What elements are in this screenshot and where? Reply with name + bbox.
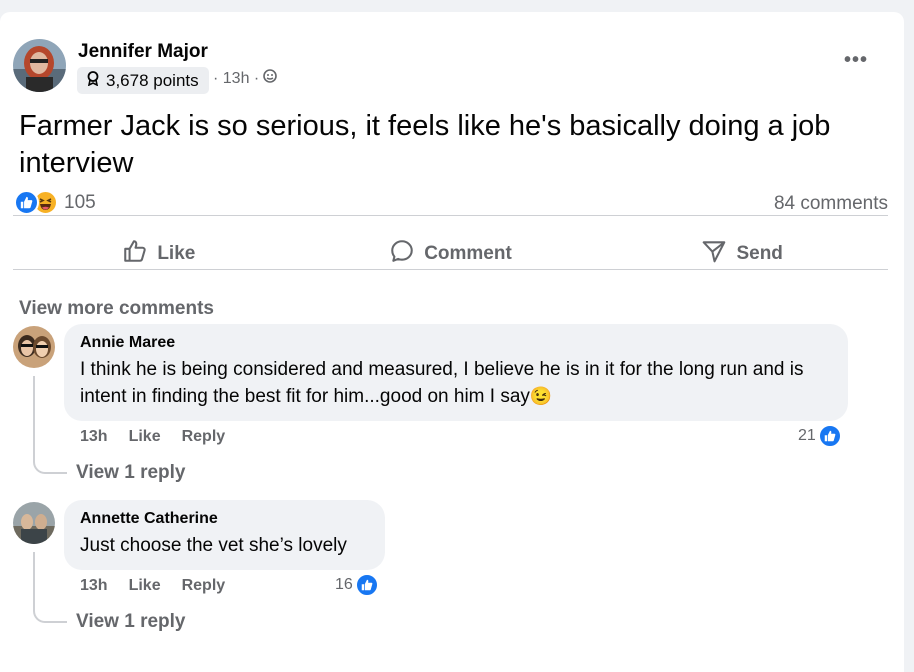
comment-likes: 21 [798, 427, 816, 444]
commenter-avatar[interactable] [13, 502, 55, 544]
comment-text: Just choose the vet she’s lovely [80, 535, 347, 556]
comment-actions: 13h Like Reply [80, 577, 225, 595]
commenter-name[interactable]: Annette Catherine [80, 510, 369, 528]
comment-likes: 16 [335, 576, 353, 593]
post-time[interactable]: · 13h · [213, 70, 259, 88]
comment-icon [389, 238, 415, 270]
thumbs-up-icon [354, 573, 379, 597]
winking-face-emoji: 😉 [529, 386, 553, 406]
like-label: Like [157, 243, 196, 264]
send-button[interactable]: Send [596, 228, 888, 280]
comment-time[interactable]: 13h [80, 577, 108, 595]
post-card: Jennifer Major 3,678 points · 13h · ••• … [0, 12, 904, 672]
thumbs-up-icon [122, 238, 148, 270]
comment-bubble: Annette Catherine Just choose the vet sh… [64, 500, 385, 570]
send-icon [701, 238, 727, 270]
post-meta: · 13h · [213, 69, 278, 88]
comment-time[interactable]: 13h [80, 428, 108, 446]
post-actions: Like Comment Send [13, 228, 888, 280]
author-name[interactable]: Jennifer Major [78, 41, 208, 63]
reaction-count: 105 [64, 191, 96, 213]
comment-reaction-count[interactable]: 16 [335, 573, 379, 597]
comment-actions: 13h Like Reply [80, 428, 225, 446]
award-icon [86, 70, 100, 91]
commenter-name[interactable]: Annie Maree [80, 334, 832, 352]
globe-icon[interactable] [263, 69, 278, 88]
comment-bubble: Annie Maree I think he is being consider… [64, 324, 848, 421]
comment-like-button[interactable]: Like [129, 577, 161, 595]
view-reply-button[interactable]: View 1 reply [76, 462, 186, 484]
like-button[interactable]: Like [13, 228, 305, 280]
reaction-summary[interactable]: 105 [14, 190, 96, 215]
divider [13, 269, 888, 270]
points-badge[interactable]: 3,678 points [77, 67, 209, 94]
view-reply-button[interactable]: View 1 reply [76, 611, 186, 633]
points-label: 3,678 points [106, 70, 199, 90]
comment-count[interactable]: 84 comments [774, 193, 888, 215]
comment-reaction-count[interactable]: 21 [798, 424, 842, 448]
post-text: Farmer Jack is so serious, it feels like… [19, 110, 831, 179]
divider [13, 215, 888, 216]
send-label: Send [736, 243, 783, 264]
comment-button[interactable]: Comment [305, 228, 597, 280]
more-icon[interactable]: ••• [844, 49, 868, 72]
comment-text: I think he is being considered and measu… [80, 357, 832, 410]
thumbs-up-icon [14, 190, 39, 215]
comment-reply-button[interactable]: Reply [182, 577, 226, 595]
thread-line [33, 552, 67, 623]
thread-line [33, 376, 67, 474]
comment-reply-button[interactable]: Reply [182, 428, 226, 446]
author-avatar[interactable] [13, 39, 66, 92]
comment-label: Comment [424, 243, 512, 264]
view-more-comments[interactable]: View more comments [19, 298, 214, 320]
comment-text-body: I think he is being considered and measu… [80, 359, 804, 407]
thumbs-up-icon [817, 424, 842, 448]
comment-like-button[interactable]: Like [129, 428, 161, 446]
commenter-avatar[interactable] [13, 326, 55, 368]
